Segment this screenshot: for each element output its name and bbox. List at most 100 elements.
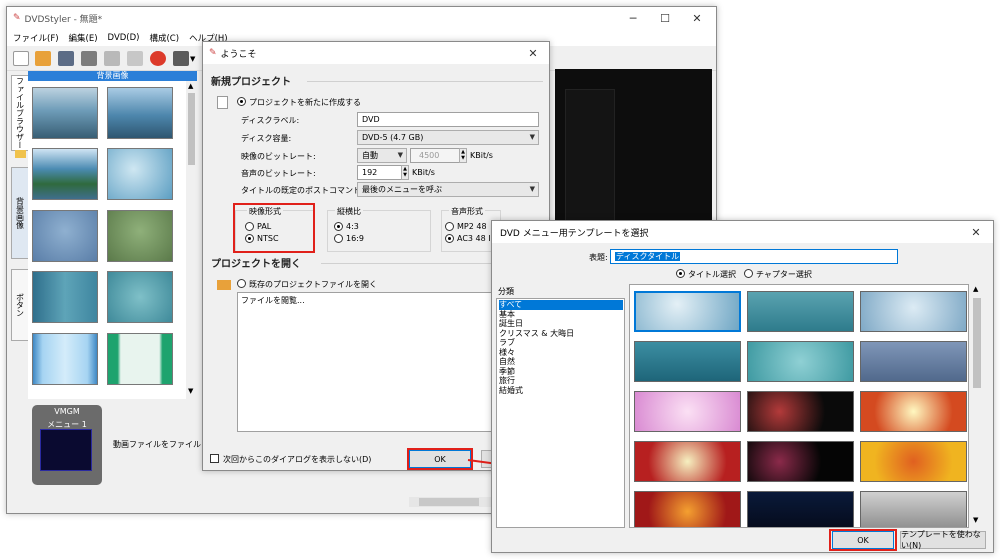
scroll-thumb[interactable] [188, 93, 195, 165]
category-item[interactable]: 誕生日 [499, 319, 523, 329]
aspect-169-radio[interactable] [334, 234, 343, 243]
video-format-highlight [233, 203, 315, 253]
scroll-up-icon[interactable]: ▲ [188, 82, 193, 90]
disc-capacity-select[interactable]: DVD-5 (4.7 GB) ▼ [357, 130, 539, 145]
open-existing-label: 既存のプロジェクトファイルを開く [249, 280, 377, 289]
add-menu-icon[interactable] [173, 51, 189, 66]
new-document-icon[interactable] [13, 51, 29, 66]
template-thumbnail[interactable] [747, 491, 854, 527]
background-thumbnail[interactable] [107, 210, 173, 262]
template-thumbnail[interactable] [860, 291, 967, 332]
settings-icon[interactable] [127, 51, 143, 66]
template-thumbnail[interactable] [860, 341, 967, 382]
disc-capacity-label: ディスク容量: [241, 134, 292, 143]
template-thumbnail[interactable] [860, 491, 967, 527]
background-thumbnail[interactable] [32, 271, 98, 323]
ac3-radio[interactable] [445, 234, 454, 243]
minimize-button[interactable]: ─ [617, 7, 649, 29]
chapter-select-radio[interactable] [744, 269, 753, 278]
chevron-down-icon: ▼ [397, 151, 403, 159]
create-new-radio[interactable] [237, 97, 246, 106]
scroll-down-icon[interactable]: ▼ [188, 387, 193, 395]
category-item[interactable]: 結婚式 [499, 386, 523, 396]
category-list[interactable]: すべて 基本 誕生日 クリスマス & 大晦日 ラブ 様々 自然 季節 旅行 結婚… [496, 298, 625, 528]
tab-buttons[interactable]: ボタン [11, 269, 29, 341]
template-thumbnail[interactable] [634, 441, 741, 482]
open-folder-icon[interactable] [35, 51, 51, 66]
template-thumbnail[interactable] [634, 341, 741, 382]
background-thumbnail[interactable] [107, 333, 173, 385]
welcome-title: ようこそ [220, 49, 257, 60]
scroll-down-icon[interactable]: ▼ [973, 516, 978, 524]
tab-file-browser[interactable]: ファイルブラウザー [11, 75, 29, 151]
welcome-ok-highlight [407, 448, 473, 470]
welcome-close-button[interactable]: ✕ [517, 42, 549, 64]
title-input[interactable]: ディスクタイトル [610, 249, 898, 264]
template-thumbnail[interactable] [634, 491, 741, 527]
video-bitrate-label: 映像のビットレート: [241, 152, 316, 161]
aspect-43-radio[interactable] [334, 222, 343, 231]
browse-files-item[interactable]: ファイルを閲覧... [241, 295, 305, 306]
welcome-icon: ✎ [209, 48, 217, 58]
film-icon[interactable] [81, 51, 97, 66]
dont-show-checkbox[interactable] [210, 454, 219, 463]
vmgm-panel[interactable]: VMGM メニュー 1 [32, 405, 102, 485]
background-thumbnail[interactable] [32, 87, 98, 139]
template-close-button[interactable]: ✕ [960, 221, 992, 243]
template-thumbnail[interactable] [747, 341, 854, 382]
menu-1-thumbnail[interactable] [40, 429, 92, 471]
category-item-all[interactable]: すべて [499, 300, 623, 310]
audio-bitrate-input[interactable]: 192 [357, 165, 402, 180]
category-header: 分類 [498, 287, 514, 296]
template-thumbnail[interactable] [860, 391, 967, 432]
background-thumbnail[interactable] [107, 271, 173, 323]
background-thumbnail[interactable] [32, 333, 98, 385]
maximize-button[interactable]: ☐ [649, 7, 681, 29]
template-thumbnail[interactable] [747, 291, 854, 332]
dropdown-arrow-icon[interactable]: ▼ [190, 55, 195, 63]
mp2-label: MP2 48 [457, 222, 487, 231]
tab-backgrounds[interactable]: 背景画像 [11, 167, 29, 259]
browser-scrollbar[interactable]: ▲ ▼ [186, 81, 197, 399]
menu-dvd[interactable]: DVD(D) [108, 33, 140, 43]
template-thumbnail[interactable] [747, 391, 854, 432]
background-thumbnail[interactable] [32, 148, 98, 200]
pen-icon[interactable] [104, 51, 120, 66]
category-item[interactable]: ラブ [499, 338, 515, 348]
video-bitrate-unit: KBit/s [470, 151, 493, 160]
category-item[interactable]: 自然 [499, 357, 515, 367]
hscroll-thumb[interactable] [419, 498, 479, 506]
background-thumbnail[interactable] [107, 148, 173, 200]
template-thumbnail[interactable] [747, 441, 854, 482]
audio-bitrate-spinner[interactable]: ▲ ▼ [401, 165, 409, 180]
video-bitrate-mode-value: 自動 [362, 151, 378, 160]
title-select-radio[interactable] [676, 269, 685, 278]
open-existing-radio[interactable] [237, 279, 246, 288]
template-scrollbar[interactable]: ▲ ▼ [970, 284, 984, 528]
title-select-label: タイトル選択 [688, 270, 736, 279]
template-thumbnail[interactable] [634, 391, 741, 432]
background-thumbnail[interactable] [107, 87, 173, 139]
scroll-up-icon[interactable]: ▲ [973, 285, 978, 293]
menu-config[interactable]: 構成(C) [149, 32, 179, 44]
video-bitrate-mode-select[interactable]: 自動 ▼ [357, 148, 407, 163]
close-button[interactable]: ✕ [681, 7, 713, 29]
burn-icon[interactable] [150, 51, 166, 66]
template-title: DVD メニュー用テンプレートを選択 [500, 228, 649, 239]
save-icon[interactable] [58, 51, 74, 66]
template-thumbnail[interactable] [634, 291, 741, 332]
menu-edit[interactable]: 編集(E) [69, 32, 98, 44]
post-command-select[interactable]: 最後のメニューを呼ぶ ▼ [357, 182, 539, 197]
template-scroll-thumb[interactable] [973, 298, 981, 388]
template-grid [629, 284, 969, 528]
disc-label-input[interactable]: DVD [357, 112, 539, 127]
tab-buttons-label: ボタン [15, 293, 25, 317]
menu-file[interactable]: ファイル(F) [13, 32, 59, 44]
audio-format-header: 音声形式 [449, 206, 485, 217]
template-thumbnail[interactable] [860, 441, 967, 482]
template-dialog: DVD メニュー用テンプレートを選択 ✕ 表題: ディスクタイトル タイトル選択… [491, 220, 994, 553]
no-template-button[interactable]: テンプレートを使わない(N) [900, 530, 986, 550]
mp2-radio[interactable] [445, 222, 454, 231]
background-thumbnail[interactable] [32, 210, 98, 262]
category-item[interactable]: 旅行 [499, 376, 515, 386]
